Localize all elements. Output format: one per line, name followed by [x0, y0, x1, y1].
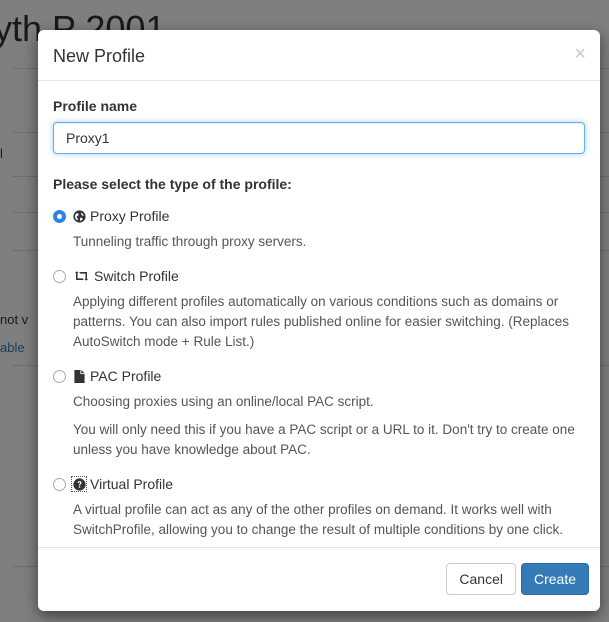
proxy-profile-help: Tunneling traffic through proxy servers. [73, 234, 307, 249]
question-circle-icon [71, 476, 87, 492]
pac-profile-help: Choosing proxies using an online/local P… [73, 394, 374, 409]
pac-profile-label: PAC Profile [90, 368, 162, 384]
option-proxy-profile: Proxy Profile Tunneling traffic through … [53, 208, 585, 252]
profile-name-label: Profile name [53, 98, 138, 114]
virtual-profile-radio[interactable] [53, 477, 66, 491]
option-switch-profile: Switch Profile Applying different profil… [53, 268, 585, 352]
file-icon [72, 369, 86, 383]
close-button[interactable]: × [574, 44, 586, 64]
option-pac-profile: PAC Profile Choosing proxies using an on… [53, 368, 585, 460]
create-button[interactable]: Create [520, 563, 589, 595]
virtual-profile-help: A virtual profile can act as any of the … [73, 502, 564, 537]
profile-name-input[interactable] [53, 122, 585, 154]
pac-profile-help: You will only need this if you have a PA… [73, 422, 575, 457]
modal-footer: Cancel Create [38, 547, 600, 611]
option-virtual-profile: Virtual Profile A virtual profile can ac… [53, 476, 585, 540]
pac-profile-radio[interactable] [53, 369, 66, 383]
proxy-profile-radio[interactable] [53, 209, 66, 223]
switch-profile-help: Applying different profiles automaticall… [73, 294, 570, 349]
modal-header: New Profile × [38, 30, 600, 81]
modal-body: Profile name Please select the type of t… [38, 81, 600, 540]
new-profile-dialog: New Profile × Profile name Please select… [38, 30, 600, 611]
switch-profile-radio[interactable] [53, 269, 66, 283]
globe-icon [72, 209, 86, 223]
virtual-profile-label: Virtual Profile [90, 476, 174, 492]
proxy-profile-label: Proxy Profile [90, 208, 170, 224]
modal-title: New Profile [53, 46, 146, 66]
profile-type-label: Please select the type of the profile: [53, 176, 292, 192]
switch-profile-label: Switch Profile [94, 268, 179, 284]
cancel-button[interactable]: Cancel [446, 563, 516, 595]
retweet-icon [72, 269, 90, 283]
